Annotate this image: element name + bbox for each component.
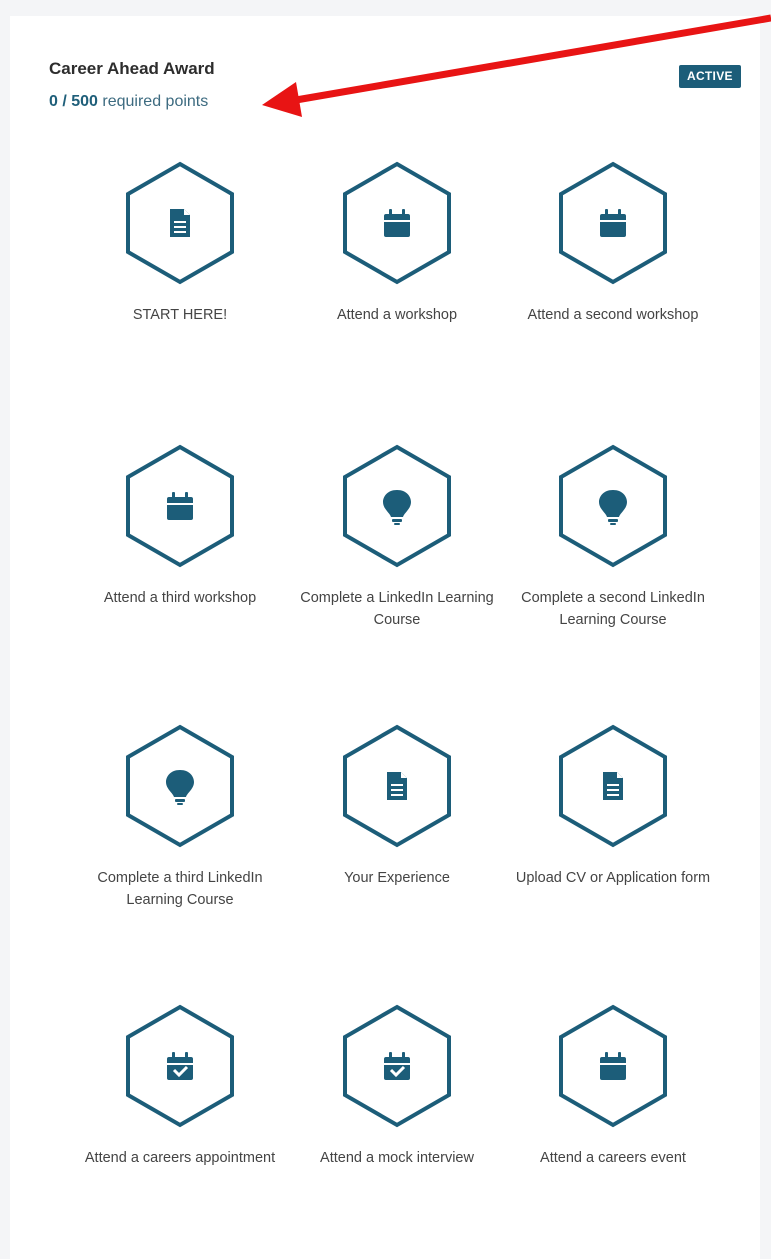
badge-label: Complete a LinkedIn Learning Course xyxy=(300,590,494,628)
calendar-icon xyxy=(167,492,193,520)
hexagon-badge[interactable] xyxy=(125,444,235,568)
badge-item[interactable]: Attend a third workshop xyxy=(70,444,290,609)
document-icon xyxy=(387,772,407,800)
lightbulb-icon xyxy=(383,490,411,525)
badge-label: Attend a careers appointment xyxy=(84,1150,276,1166)
calendar-icon xyxy=(600,1052,626,1080)
hexagon-badge[interactable] xyxy=(558,1004,668,1128)
badge-label: Upload CV or Application form xyxy=(515,870,711,886)
badge-label: START HERE! xyxy=(132,307,228,323)
hexagon-badge[interactable] xyxy=(125,724,235,848)
calendar-check-icon xyxy=(167,1052,193,1080)
hexagon-badge[interactable] xyxy=(342,444,452,568)
badge-label: Your Experience xyxy=(344,870,450,886)
badge-item[interactable]: Attend a workshop xyxy=(287,161,507,326)
badge-label: Complete a second LinkedIn Learning Cour… xyxy=(521,590,705,628)
badge-item[interactable]: Attend a careers event xyxy=(503,1004,723,1169)
award-card: Career Ahead Award 0 / 500 required poin… xyxy=(10,16,760,1259)
hexagon-badge[interactable] xyxy=(125,1004,235,1128)
arrow-shaft xyxy=(295,14,771,104)
badge-item[interactable]: Complete a third LinkedIn Learning Cours… xyxy=(70,724,290,911)
badge-label: Attend a second workshop xyxy=(527,307,699,323)
badge-item[interactable]: Attend a careers appointment xyxy=(70,1004,290,1169)
lightbulb-icon xyxy=(599,490,627,525)
calendar-icon xyxy=(600,209,626,237)
hexagon-badge[interactable] xyxy=(125,161,235,285)
badge-label: Attend a mock interview xyxy=(320,1150,474,1166)
badge-label: Attend a third workshop xyxy=(103,590,257,606)
hexagon-badge[interactable] xyxy=(342,161,452,285)
badge-item[interactable]: Your Experience xyxy=(287,724,507,889)
annotation-arrow xyxy=(262,14,771,117)
badge-item[interactable]: Complete a second LinkedIn Learning Cour… xyxy=(503,444,723,631)
badge-item[interactable]: Complete a LinkedIn Learning Course xyxy=(287,444,507,631)
badge-item[interactable]: Attend a second workshop xyxy=(503,161,723,326)
calendar-icon xyxy=(384,209,410,237)
badge-label: Attend a careers event xyxy=(540,1150,686,1166)
hexagon-badge[interactable] xyxy=(558,444,668,568)
arrow-head xyxy=(262,82,302,117)
lightbulb-icon xyxy=(166,770,194,805)
badge-item[interactable]: START HERE! xyxy=(70,161,290,326)
document-icon xyxy=(170,209,190,237)
document-icon xyxy=(603,772,623,800)
badge-label: Attend a workshop xyxy=(336,307,458,323)
hexagon-badge[interactable] xyxy=(558,161,668,285)
badge-label: Complete a third LinkedIn Learning Cours… xyxy=(97,870,263,908)
hexagon-badge[interactable] xyxy=(558,724,668,848)
hexagon-badge[interactable] xyxy=(342,724,452,848)
hexagon-badge[interactable] xyxy=(342,1004,452,1128)
calendar-check-icon xyxy=(384,1052,410,1080)
badge-item[interactable]: Attend a mock interview xyxy=(287,1004,507,1169)
badge-item[interactable]: Upload CV or Application form xyxy=(503,724,723,889)
